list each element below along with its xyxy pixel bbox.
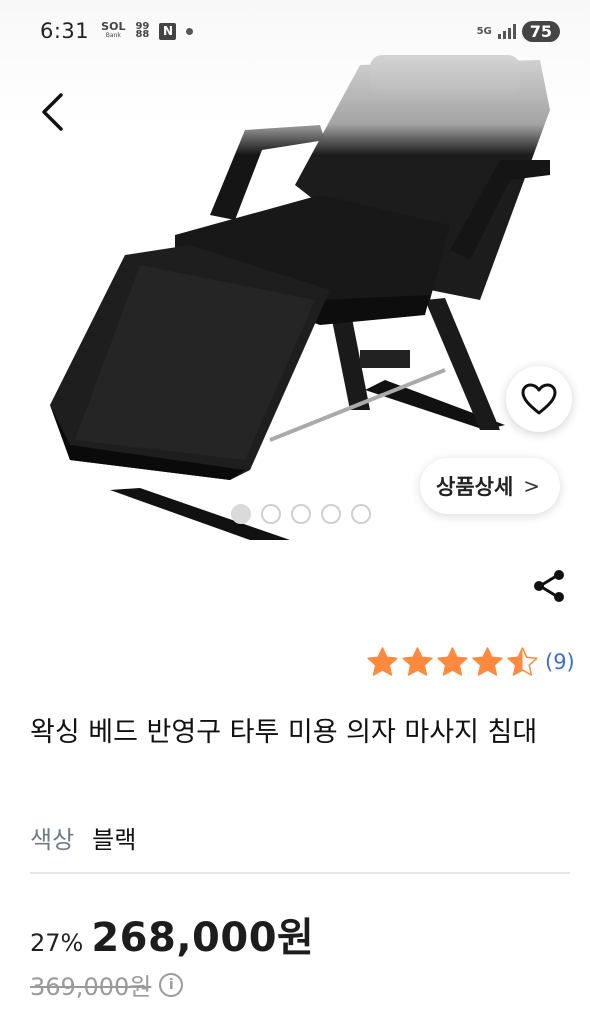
carousel-indicator bbox=[231, 504, 371, 524]
carousel-dot[interactable] bbox=[321, 504, 341, 524]
share-icon bbox=[534, 570, 564, 602]
battery-indicator: 75 bbox=[521, 20, 560, 42]
divider bbox=[30, 872, 570, 874]
option-label: 색상 bbox=[30, 826, 75, 854]
share-button[interactable] bbox=[529, 566, 569, 606]
rating[interactable]: (9) bbox=[366, 645, 575, 678]
product-detail-label: 상품상세 bbox=[436, 475, 514, 499]
heart-icon bbox=[521, 383, 557, 415]
option-row: 색상 블랙 bbox=[30, 820, 136, 855]
original-price: 369,000원 bbox=[30, 973, 152, 1001]
sol-bank-icon: SOL Bank bbox=[101, 21, 125, 40]
sale-price: 268,000원 bbox=[91, 915, 315, 961]
carousel-dot[interactable] bbox=[261, 504, 281, 524]
star-full-icon bbox=[472, 647, 503, 676]
product-hero: 상품상세 > bbox=[0, 0, 590, 545]
network-5g-icon: 5G bbox=[476, 25, 492, 37]
star-full-icon bbox=[437, 647, 468, 676]
notification-dot-icon bbox=[186, 27, 194, 35]
discount-rate: 27% bbox=[30, 929, 84, 957]
star-half-icon bbox=[507, 647, 538, 676]
star-full-icon bbox=[402, 647, 433, 676]
review-count-link[interactable]: (9) bbox=[545, 650, 575, 674]
naver-icon: N bbox=[159, 22, 177, 40]
carousel-dot[interactable] bbox=[231, 504, 251, 524]
option-value: 블랙 bbox=[92, 826, 137, 854]
product-title: 왁싱 베드 반영구 타투 미용 의자 마사지 침대 bbox=[30, 717, 538, 748]
chevron-right-icon: > bbox=[523, 474, 541, 498]
status-time: 6:31 bbox=[40, 19, 90, 43]
product-detail-button[interactable]: 상품상세 > bbox=[420, 458, 561, 514]
star-full-icon bbox=[367, 647, 398, 676]
chevron-left-icon bbox=[42, 93, 63, 131]
status-bar: 6:31 SOL Bank 99 88 N 5G 75 bbox=[0, 0, 590, 62]
carousel-dot[interactable] bbox=[351, 504, 371, 524]
info-icon[interactable]: i bbox=[159, 972, 184, 997]
original-price-row: 369,000원 i bbox=[30, 967, 184, 1002]
grid-app-icon: 99 88 bbox=[135, 21, 150, 40]
price-row: 27% 268,000원 bbox=[30, 905, 314, 963]
star-rating bbox=[366, 645, 539, 678]
signal-icon bbox=[497, 23, 516, 39]
carousel-dot[interactable] bbox=[291, 504, 311, 524]
back-button[interactable] bbox=[30, 88, 74, 136]
wishlist-button[interactable] bbox=[506, 366, 572, 432]
